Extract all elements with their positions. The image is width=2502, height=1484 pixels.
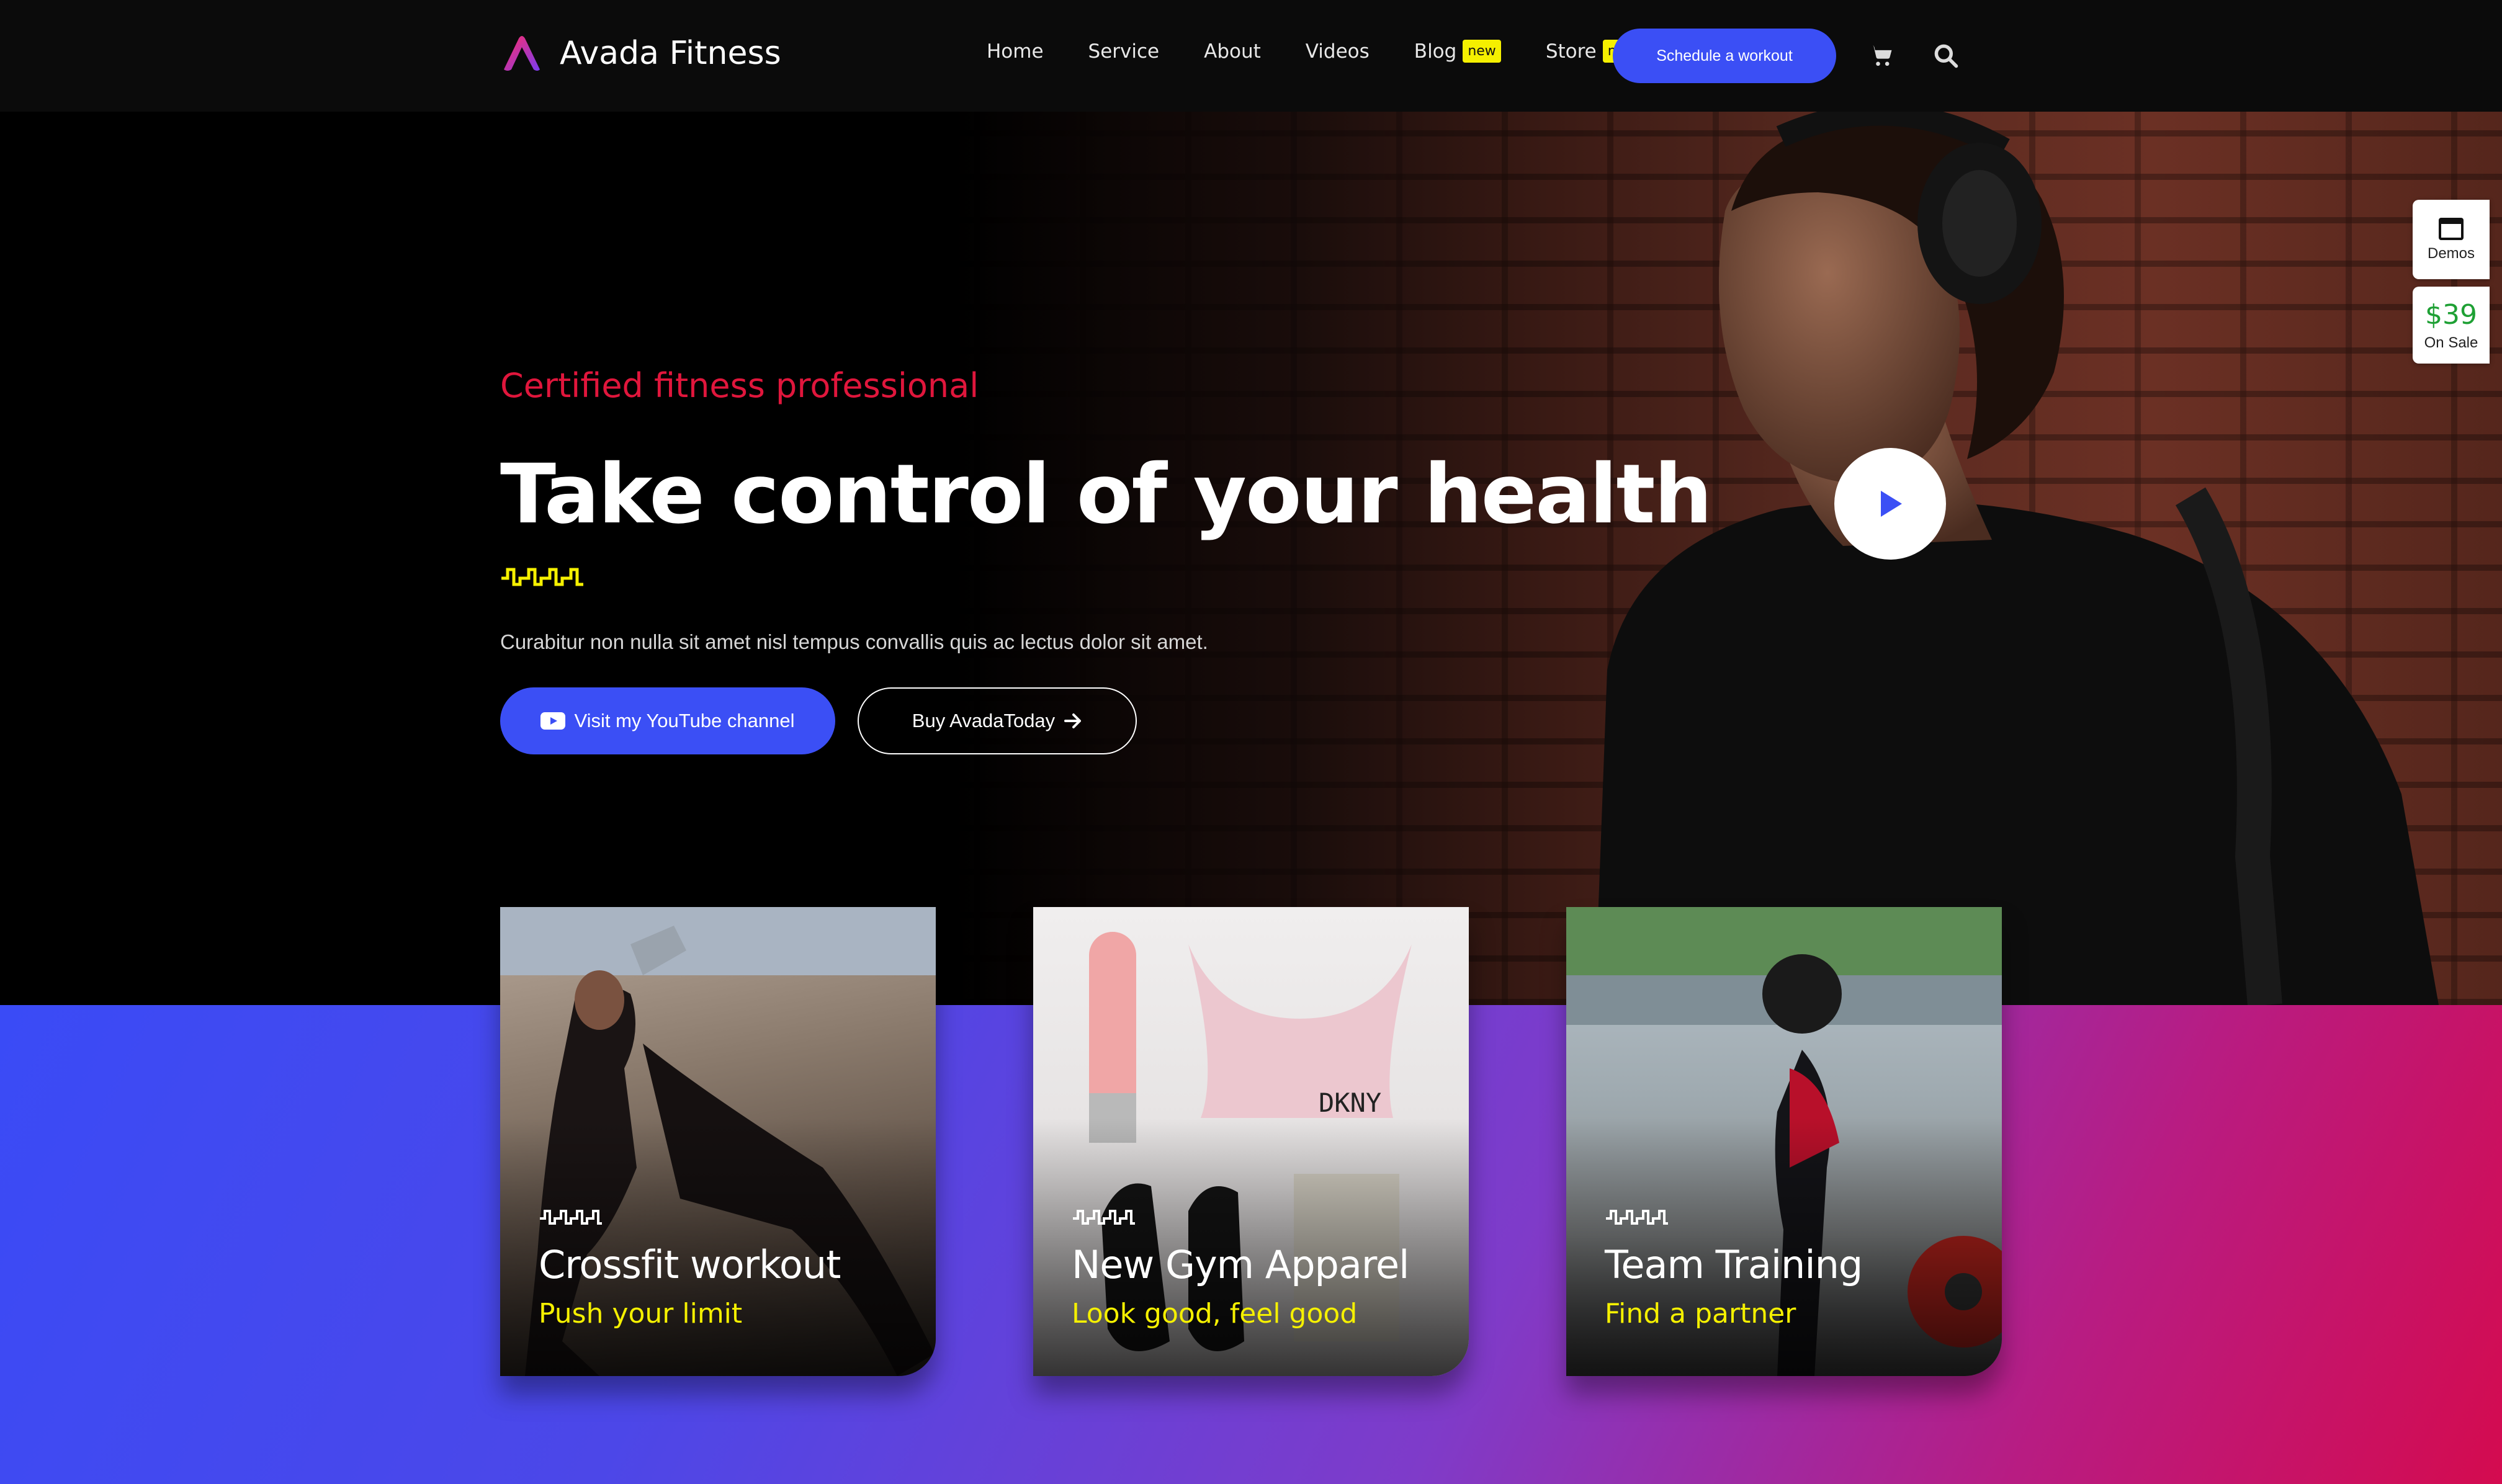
card-team-training[interactable]: Team Training Find a partner bbox=[1566, 907, 2002, 1376]
on-sale-tab[interactable]: $39 On Sale bbox=[2413, 287, 2490, 364]
card-subtitle: Push your limit bbox=[539, 1298, 743, 1330]
on-sale-label: On Sale bbox=[2424, 334, 2478, 351]
card-title: Crossfit workout bbox=[539, 1242, 841, 1287]
hero-description: Curabitur non nulla sit amet nisl tempus… bbox=[500, 630, 1208, 653]
youtube-button-label: Visit my YouTube channel bbox=[574, 710, 795, 731]
search-icon[interactable] bbox=[1932, 42, 1960, 69]
youtube-channel-button[interactable]: Visit my YouTube channel bbox=[500, 687, 835, 754]
hero-subtitle: Certified fitness professional bbox=[500, 366, 979, 405]
nav-item-videos[interactable]: Videos bbox=[1306, 40, 1370, 63]
play-video-button[interactable] bbox=[1834, 448, 1946, 560]
hero-title: Take control of your health bbox=[500, 447, 1713, 542]
nav-item-blog[interactable]: Blog new bbox=[1414, 40, 1501, 63]
nav-item-service[interactable]: Service bbox=[1088, 40, 1160, 63]
svg-text:DKNY: DKNY bbox=[1319, 1088, 1381, 1118]
card-title: Team Training bbox=[1605, 1242, 1863, 1287]
hero-woman-image bbox=[1595, 112, 2439, 1005]
brand-name: Avada Fitness bbox=[560, 35, 781, 72]
zigzag-icon bbox=[1073, 1210, 1135, 1225]
card-subtitle: Find a partner bbox=[1605, 1298, 1796, 1330]
nav-item-about[interactable]: About bbox=[1204, 40, 1261, 63]
nav-label: Service bbox=[1088, 40, 1160, 63]
play-icon bbox=[1881, 491, 1902, 517]
new-badge: new bbox=[1463, 40, 1501, 63]
window-icon bbox=[2439, 218, 2464, 240]
zigzag-divider-icon bbox=[501, 568, 583, 586]
card-subtitle: Look good, feel good bbox=[1072, 1298, 1358, 1330]
site-header: Avada Fitness Home Service About Videos … bbox=[0, 0, 2502, 112]
buy-avada-button[interactable]: Buy AvadaToday bbox=[858, 687, 1137, 754]
zigzag-icon bbox=[1606, 1210, 1668, 1225]
nav-label: About bbox=[1204, 40, 1261, 63]
youtube-icon bbox=[540, 712, 566, 730]
nav-label: Store bbox=[1545, 40, 1597, 63]
nav-item-home[interactable]: Home bbox=[987, 40, 1044, 63]
card-crossfit[interactable]: Crossfit workout Push your limit bbox=[500, 907, 936, 1376]
schedule-workout-button[interactable]: Schedule a workout bbox=[1613, 29, 1836, 83]
main-nav: Home Service About Videos Blognew Store n… bbox=[987, 40, 1685, 63]
card-gym-apparel[interactable]: DKNY New Gym Apparel Look good, feel goo… bbox=[1033, 907, 1469, 1376]
nav-label: Home bbox=[987, 40, 1044, 63]
hero-section: Certified fitness professional Take cont… bbox=[0, 112, 2502, 1005]
demos-tab[interactable]: Demos bbox=[2413, 200, 2490, 279]
arrow-right-icon bbox=[1064, 713, 1082, 728]
logo[interactable]: Avada Fitness bbox=[500, 34, 781, 73]
demos-label: Demos bbox=[2427, 245, 2475, 262]
price-label: $39 bbox=[2425, 298, 2477, 331]
cart-icon[interactable] bbox=[1868, 42, 1895, 69]
card-title: New Gym Apparel bbox=[1072, 1242, 1409, 1287]
buy-button-label: Buy AvadaToday bbox=[912, 710, 1056, 731]
nav-label: Videos bbox=[1305, 40, 1370, 63]
nav-label: Blog bbox=[1414, 40, 1457, 63]
logo-icon bbox=[504, 36, 540, 71]
zigzag-icon bbox=[540, 1210, 602, 1225]
